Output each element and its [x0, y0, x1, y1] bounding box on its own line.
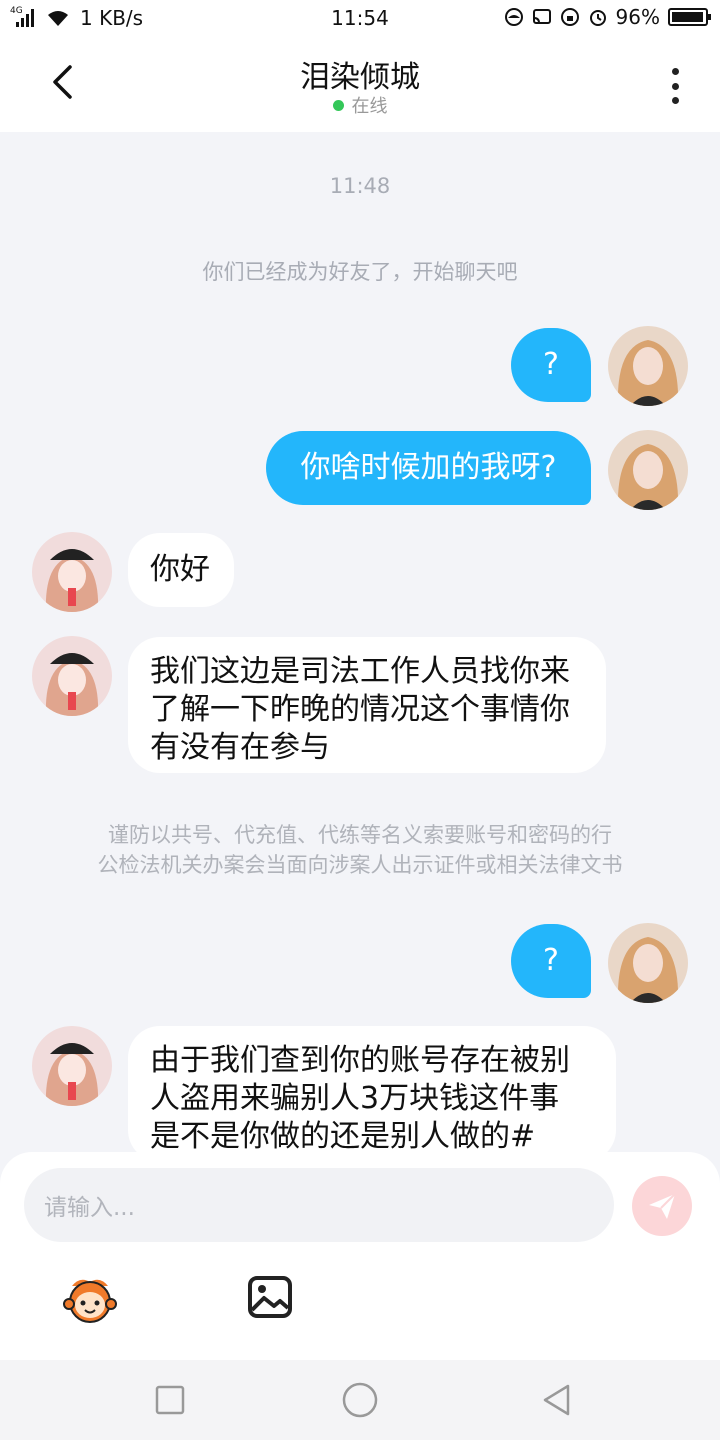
image-icon — [248, 1276, 292, 1318]
my-avatar[interactable] — [608, 430, 688, 510]
message-text: 你好 — [150, 552, 210, 587]
contact-avatar[interactable] — [32, 1026, 112, 1106]
cast-icon — [532, 9, 551, 24]
nav-back-button[interactable] — [536, 1380, 576, 1420]
my-avatar[interactable] — [608, 923, 688, 1003]
system-notice: 你们已经成为好友了，开始聊天吧 — [202, 260, 518, 284]
message-line: 由于我们查到你的账号存在被别 — [150, 1043, 570, 1078]
chat-header: 泪染倾城 在线 — [0, 36, 720, 132]
online-status: 在线 — [0, 92, 720, 118]
more-options-button[interactable] — [660, 66, 690, 106]
message-bubble-received[interactable]: 你好 — [128, 533, 234, 607]
warning-line: 公检法机关办案会当面向涉案人出示证件或相关法律文书 — [97, 853, 623, 877]
message-bubble-sent[interactable]: 你啥时候加的我呀? — [266, 431, 591, 505]
warning-line: 谨防以共号、代充值、代练等名义索要账号和密码的行 — [108, 823, 612, 847]
message-list[interactable]: 11:48 你们已经成为好友了，开始聊天吧 ? 你啥时候加的我呀? 你好 我们这… — [0, 132, 720, 1162]
emoji-button[interactable] — [62, 1274, 118, 1324]
my-avatar[interactable] — [608, 326, 688, 406]
message-bubble-sent[interactable]: ? — [511, 328, 591, 402]
send-button[interactable] — [632, 1176, 692, 1236]
message-bubble-received[interactable]: 我们这边是司法工作人员找你来 了解一下昨晚的情况这个事情你 有没有在参与 — [128, 637, 606, 773]
data-saver-icon — [504, 8, 523, 26]
system-nav-bar — [0, 1360, 720, 1440]
send-plane-icon — [649, 1193, 676, 1219]
message-bubble-sent[interactable]: ? — [511, 924, 591, 998]
contact-avatar[interactable] — [32, 636, 112, 716]
battery-percent: 96% — [615, 5, 660, 29]
message-timestamp: 11:48 — [329, 174, 391, 198]
input-placeholder: 请输入... — [44, 1195, 135, 1221]
emoji-mascot-icon — [63, 1279, 117, 1323]
avatar-image — [608, 923, 688, 1003]
message-line: 是不是你做的还是别人做的# — [150, 1119, 536, 1154]
avatar-image — [32, 636, 112, 716]
message-bubble-received[interactable]: 由于我们查到你的账号存在被别 人盗用来骗别人3万块钱这件事 是不是你做的还是别人… — [128, 1026, 616, 1162]
status-bar: 4G 1 KB/s 11:54 96% — [0, 0, 720, 36]
message-line: 人盗用来骗别人3万块钱这件事 — [150, 1081, 560, 1116]
rotation-lock-icon — [560, 8, 579, 26]
avatar-image — [608, 430, 688, 510]
message-text: 你啥时候加的我呀? — [300, 450, 557, 485]
circle-icon — [342, 1382, 378, 1418]
more-vertical-icon — [671, 68, 679, 75]
online-status-label: 在线 — [351, 96, 388, 117]
avatar-image — [608, 326, 688, 406]
image-button[interactable] — [246, 1274, 294, 1320]
triangle-back-icon — [543, 1384, 570, 1416]
composer-panel: 请输入... — [0, 1152, 720, 1360]
safety-warning: 谨防以共号、代充值、代练等名义索要账号和密码的行 公检法机关办案会当面向涉案人出… — [60, 820, 660, 880]
status-right: 96% — [504, 5, 711, 29]
alarm-icon — [589, 10, 606, 26]
battery-fill — [672, 12, 703, 22]
battery-icon — [668, 8, 711, 26]
message-input[interactable]: 请输入... — [24, 1168, 614, 1242]
recent-apps-button[interactable] — [150, 1380, 190, 1420]
avatar-image — [32, 1026, 112, 1106]
contact-avatar[interactable] — [32, 532, 112, 612]
home-button[interactable] — [340, 1380, 380, 1420]
contact-name: 泪染倾城 — [300, 60, 420, 95]
message-text: ? — [543, 347, 559, 382]
message-line: 有没有在参与 — [150, 730, 330, 765]
avatar-image — [32, 532, 112, 612]
online-dot-icon — [332, 99, 344, 111]
message-line: 我们这边是司法工作人员找你来 — [150, 654, 570, 689]
square-icon — [155, 1385, 185, 1415]
message-text: ? — [543, 943, 559, 978]
message-line: 了解一下昨晚的情况这个事情你 — [150, 692, 570, 727]
